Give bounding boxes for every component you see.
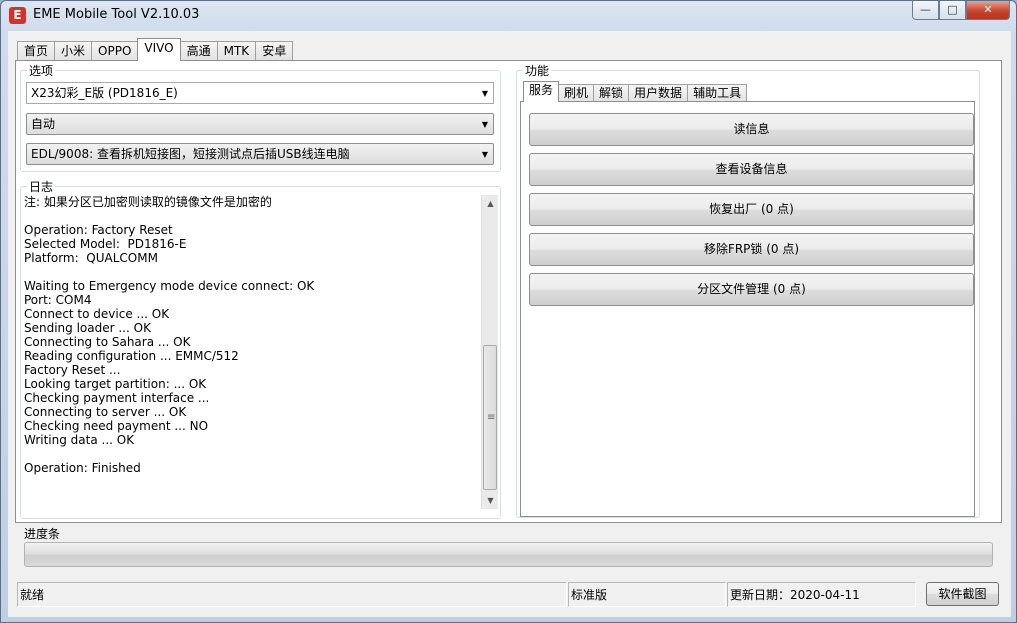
remove-frp-button[interactable]: 移除FRP锁 (0 点) bbox=[529, 233, 974, 266]
vivo-tab-panel: 选项 X23幻彩_E版 (PD1816_E) ▼ 自动 ▼ EDL/9008: … bbox=[15, 60, 1002, 523]
tab-android[interactable]: 安卓 bbox=[255, 41, 294, 61]
scroll-down-icon[interactable]: ▼ bbox=[482, 492, 499, 509]
maximize-button[interactable]: □ bbox=[939, 1, 966, 20]
view-device-info-button[interactable]: 查看设备信息 bbox=[529, 153, 974, 186]
options-group-label: 选项 bbox=[27, 62, 56, 79]
chevron-down-icon: ▼ bbox=[481, 150, 488, 159]
screenshot-button[interactable]: 软件截图 bbox=[926, 582, 999, 606]
tab-oppo[interactable]: OPPO bbox=[91, 41, 139, 61]
status-edition: 标准版 bbox=[568, 582, 726, 607]
app-window: E EME Mobile Tool V2.10.03 — □ ✕ 首页 小米 O… bbox=[0, 0, 1017, 623]
tab-service[interactable]: 服务 bbox=[523, 81, 560, 102]
tab-qualcomm[interactable]: 高通 bbox=[179, 41, 218, 61]
partition-manager-button[interactable]: 分区文件管理 (0 点) bbox=[529, 273, 974, 306]
main-tab-strip: 首页 小米 OPPO VIVO 高通 MTK 安卓 bbox=[17, 38, 294, 61]
status-update-date: 更新日期：2020-04-11 bbox=[727, 582, 916, 607]
options-group: 选项 X23幻彩_E版 (PD1816_E) ▼ 自动 ▼ EDL/9008: … bbox=[20, 62, 501, 172]
close-button[interactable]: ✕ bbox=[966, 1, 1010, 20]
functions-group: 功能 服务 刷机 解锁 用户数据 辅助工具 读信息 查看设备信息 恢复出厂 (0… bbox=[516, 62, 980, 518]
title-bar[interactable]: E EME Mobile Tool V2.10.03 — □ ✕ bbox=[1, 1, 1016, 31]
service-panel: 读信息 查看设备信息 恢复出厂 (0 点) 移除FRP锁 (0 点) 分区文件管… bbox=[520, 101, 975, 517]
scroll-up-icon[interactable]: ▲ bbox=[482, 195, 499, 212]
functions-group-label: 功能 bbox=[523, 62, 552, 79]
mode-dropdown-value: 自动 bbox=[31, 117, 56, 131]
edl-dropdown[interactable]: EDL/9008: 查看拆机短接图，短接测试点后插USB线连电脑 ▼ bbox=[26, 143, 494, 165]
tab-utilities[interactable]: 辅助工具 bbox=[687, 84, 748, 102]
edl-dropdown-value: EDL/9008: 查看拆机短接图，短接测试点后插USB线连电脑 bbox=[31, 147, 350, 161]
scrollbar-thumb[interactable]: ≡ bbox=[483, 345, 497, 490]
progress-label: 进度条 bbox=[24, 527, 61, 541]
log-scrollbar[interactable]: ▲ ≡ ▼ bbox=[481, 195, 498, 509]
chevron-down-icon: ▼ bbox=[481, 89, 488, 98]
model-combobox[interactable]: X23幻彩_E版 (PD1816_E) ▼ bbox=[26, 82, 494, 104]
log-text-area[interactable]: 注: 如果分区已加密则读取的镜像文件是加密的 Operation: Factor… bbox=[24, 195, 482, 505]
mode-dropdown[interactable]: 自动 ▼ bbox=[26, 113, 494, 135]
tab-user-data[interactable]: 用户数据 bbox=[628, 84, 689, 102]
tab-flash[interactable]: 刷机 bbox=[558, 84, 595, 102]
tab-mtk[interactable]: MTK bbox=[216, 41, 257, 61]
minimize-button[interactable]: — bbox=[912, 1, 939, 20]
tab-vivo[interactable]: VIVO bbox=[137, 38, 181, 61]
client-area: 首页 小米 OPPO VIVO 高通 MTK 安卓 选项 X23幻彩_E版 (P… bbox=[8, 31, 1011, 617]
tab-xiaomi[interactable]: 小米 bbox=[54, 41, 93, 61]
grip-icon: ≡ bbox=[487, 412, 496, 423]
chevron-down-icon: ▼ bbox=[481, 120, 488, 129]
read-info-button[interactable]: 读信息 bbox=[529, 113, 974, 146]
app-logo-icon: E bbox=[9, 7, 26, 24]
progress-bar bbox=[24, 542, 993, 567]
window-controls: — □ ✕ bbox=[912, 1, 1010, 20]
window-title: EME Mobile Tool V2.10.03 bbox=[33, 7, 200, 22]
model-combobox-value: X23幻彩_E版 (PD1816_E) bbox=[31, 86, 178, 100]
log-group-label: 日志 bbox=[27, 178, 56, 195]
factory-reset-button[interactable]: 恢复出厂 (0 点) bbox=[529, 193, 974, 226]
tab-home[interactable]: 首页 bbox=[17, 41, 56, 61]
tab-unlock[interactable]: 解锁 bbox=[593, 84, 630, 102]
status-state: 就绪 bbox=[17, 582, 567, 607]
function-tab-strip: 服务 刷机 解锁 用户数据 辅助工具 bbox=[523, 81, 748, 102]
log-group: 日志 注: 如果分区已加密则读取的镜像文件是加密的 Operation: Fac… bbox=[20, 178, 501, 519]
